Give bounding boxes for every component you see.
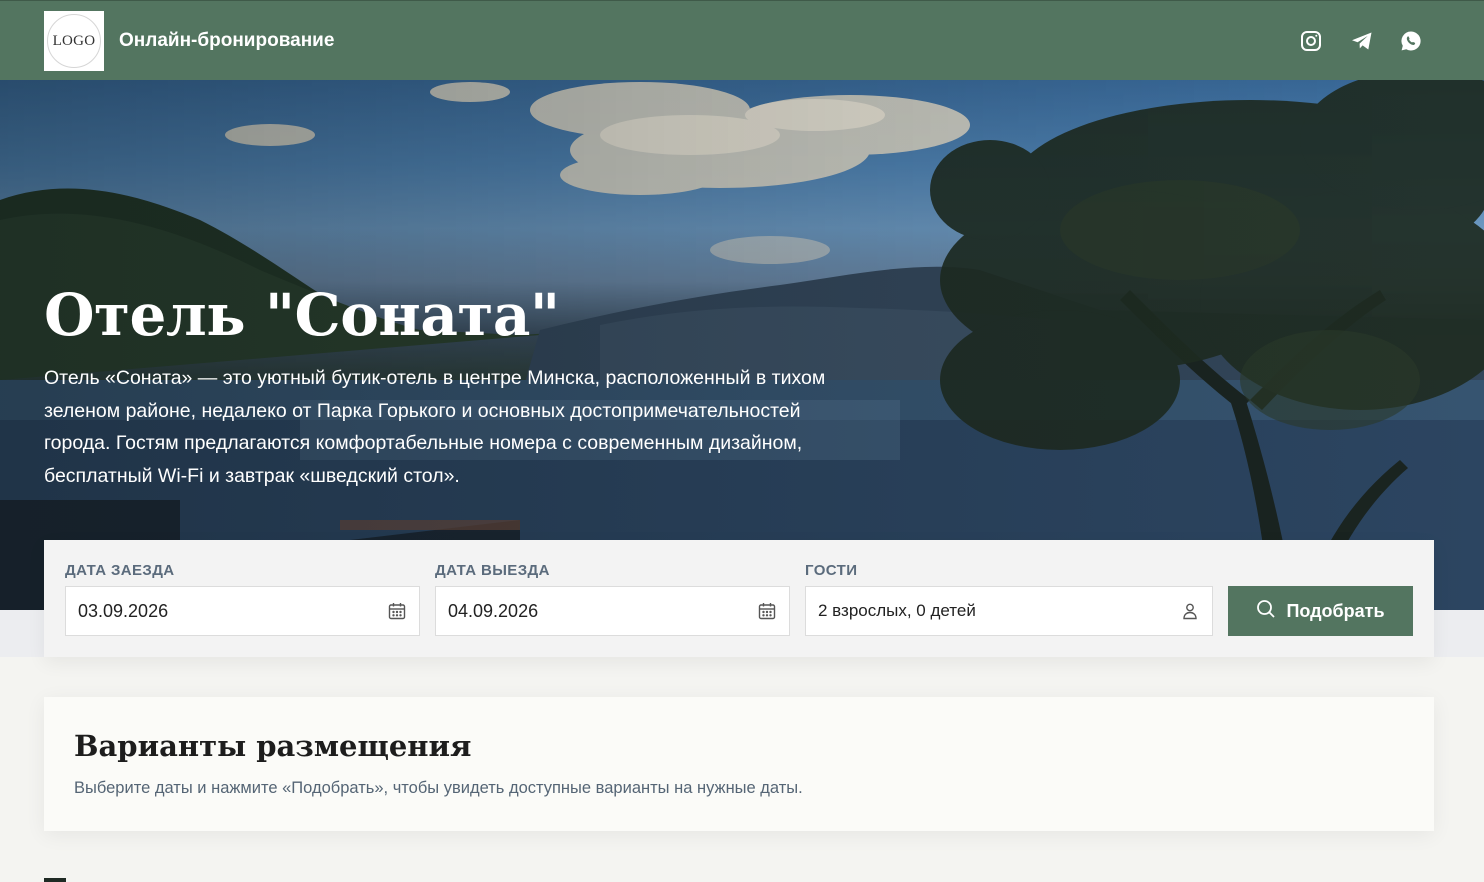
search-icon <box>1256 599 1276 624</box>
accommodation-title: Варианты размещения <box>74 729 472 763</box>
checkin-date-field[interactable]: 03.09.2026 <box>65 586 420 636</box>
next-section-heading <box>44 878 66 882</box>
accommodation-card: Варианты размещения Выберите даты и нажм… <box>44 697 1434 831</box>
logo-text: LOGO <box>47 14 101 68</box>
whatsapp-icon[interactable] <box>1397 27 1425 55</box>
site-title: Онлайн-бронирование <box>119 30 335 51</box>
booking-form: ДАТА ЗАЕЗДА 03.09.2026 ДАТА ВЫЕЗДА 04.09… <box>44 540 1434 657</box>
logo[interactable]: LOGO <box>44 11 104 71</box>
search-button[interactable]: Подобрать <box>1228 586 1413 636</box>
top-bar: LOGO Онлайн-бронирование <box>0 0 1484 80</box>
hero-section: Отель "Соната" Отель «Соната» — это уютн… <box>0 80 1484 610</box>
checkin-label: ДАТА ЗАЕЗДА <box>65 562 175 579</box>
hotel-description: Отель «Соната» — это уютный бутик-отель … <box>44 367 826 487</box>
hotel-title: Отель "Соната" <box>44 281 560 349</box>
checkout-date-field[interactable]: 04.09.2026 <box>435 586 790 636</box>
person-icon <box>1180 601 1200 621</box>
search-button-label: Подобрать <box>1286 600 1385 621</box>
calendar-icon[interactable] <box>757 601 777 621</box>
telegram-icon[interactable] <box>1348 27 1376 55</box>
guests-value: 2 взрослых, 0 детей <box>818 601 976 620</box>
checkout-date-value: 04.09.2026 <box>448 600 539 621</box>
instagram-icon[interactable] <box>1297 27 1325 55</box>
guests-field[interactable]: 2 взрослых, 0 детей <box>805 586 1213 636</box>
accommodation-hint: Выберите даты и нажмите «Подобрать», что… <box>74 779 803 797</box>
calendar-icon[interactable] <box>387 601 407 621</box>
checkin-date-value: 03.09.2026 <box>78 600 169 621</box>
guests-label: ГОСТИ <box>805 562 858 579</box>
checkout-label: ДАТА ВЫЕЗДА <box>435 562 550 579</box>
